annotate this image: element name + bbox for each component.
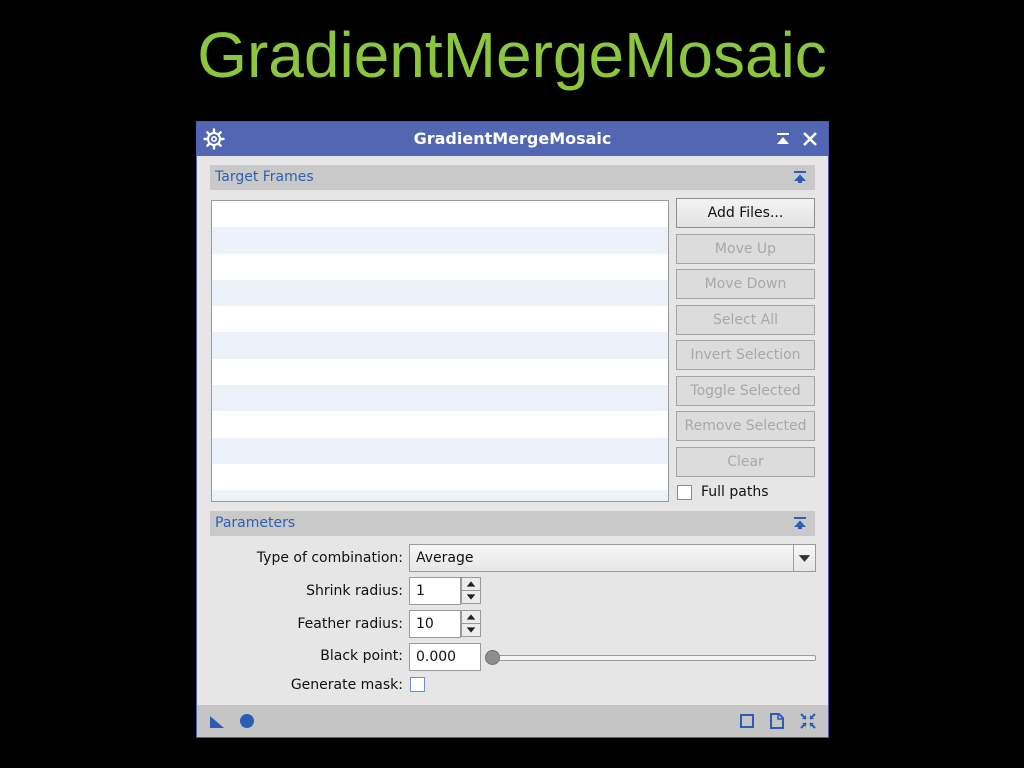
generate-mask-label: Generate mask:	[290, 677, 403, 693]
window-titlebar[interactable]: GradientMergeMosaic	[197, 122, 828, 156]
window-title: GradientMergeMosaic	[413, 129, 612, 148]
list-item[interactable]	[212, 306, 668, 332]
collapse-up-icon[interactable]	[793, 516, 807, 530]
list-item[interactable]	[212, 437, 668, 464]
target-frames-list[interactable]	[211, 200, 669, 502]
spin-up-icon[interactable]	[461, 577, 481, 591]
preview-square-icon[interactable]	[739, 713, 755, 729]
spin-down-icon[interactable]	[461, 590, 481, 604]
shrink-radius-spinner[interactable]	[461, 577, 481, 605]
clear-button[interactable]: Clear	[676, 447, 815, 477]
move-up-button[interactable]: Move Up	[676, 234, 815, 264]
list-item[interactable]	[212, 254, 668, 280]
list-item[interactable]	[212, 464, 668, 490]
reset-icon[interactable]	[800, 713, 816, 729]
spin-down-icon[interactable]	[461, 623, 481, 637]
black-point-slider-handle[interactable]	[485, 650, 500, 665]
list-item[interactable]	[212, 411, 668, 437]
full-paths-checkbox[interactable]	[677, 485, 692, 500]
process-control-bar	[197, 705, 828, 737]
process-window: GradientMergeMosaic Target Frames Add Fi…	[196, 121, 829, 738]
list-item[interactable]	[212, 201, 668, 227]
list-item[interactable]	[212, 279, 668, 307]
feather-radius-input[interactable]: 10	[409, 610, 461, 638]
type-of-combination-value: Average	[416, 550, 474, 566]
parameters-label: Parameters	[215, 515, 296, 531]
target-frames-section-header[interactable]: Target Frames	[210, 165, 815, 190]
feather-radius-label: Feather radius:	[297, 616, 403, 632]
document-icon[interactable]	[769, 713, 785, 729]
remove-selected-button[interactable]: Remove Selected	[676, 411, 815, 441]
list-item[interactable]	[212, 385, 668, 412]
feather-radius-spinner[interactable]	[461, 610, 481, 638]
target-frames-label: Target Frames	[215, 169, 314, 185]
slide-title: GradientMergeMosaic	[197, 19, 827, 91]
add-files-button[interactable]: Add Files...	[676, 198, 815, 228]
parameters-section-header[interactable]: Parameters	[210, 511, 815, 536]
spin-up-icon[interactable]	[461, 610, 481, 624]
black-point-label: Black point:	[320, 648, 403, 664]
list-item[interactable]	[212, 359, 668, 385]
toggle-selected-button[interactable]: Toggle Selected	[676, 376, 815, 406]
list-item[interactable]	[212, 227, 668, 254]
shade-window-icon[interactable]	[775, 131, 791, 147]
chevron-down-icon[interactable]	[793, 545, 815, 571]
shrink-radius-label: Shrink radius:	[306, 583, 403, 599]
close-icon[interactable]	[802, 131, 818, 147]
new-instance-triangle-icon[interactable]	[209, 713, 225, 729]
black-point-input[interactable]: 0.000	[409, 643, 481, 671]
invert-selection-button[interactable]: Invert Selection	[676, 340, 815, 370]
select-all-button[interactable]: Select All	[676, 305, 815, 335]
shrink-radius-input[interactable]: 1	[409, 577, 461, 605]
full-paths-label: Full paths	[701, 484, 769, 500]
black-point-slider[interactable]	[488, 655, 816, 661]
type-of-combination-label: Type of combination:	[256, 550, 403, 566]
apply-global-circle-icon[interactable]	[239, 713, 255, 729]
list-item[interactable]	[212, 490, 668, 501]
list-item[interactable]	[212, 332, 668, 359]
type-of-combination-select[interactable]: Average	[409, 544, 816, 572]
generate-mask-checkbox[interactable]	[410, 677, 425, 692]
move-down-button[interactable]: Move Down	[676, 269, 815, 299]
collapse-up-icon[interactable]	[793, 170, 807, 184]
